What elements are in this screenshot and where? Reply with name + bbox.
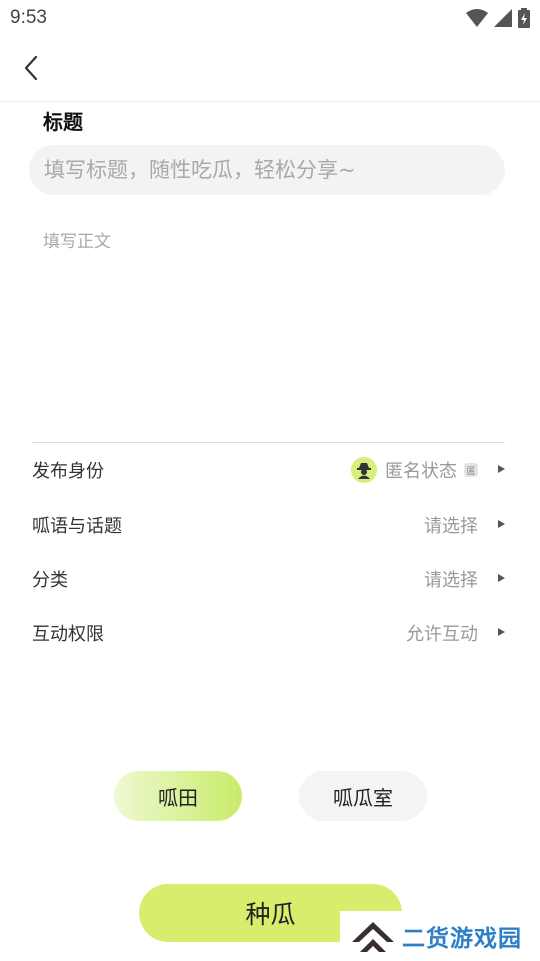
wifi-icon (466, 9, 488, 27)
status-time: 9:53 (10, 7, 47, 28)
option-label: 分类 (32, 570, 68, 591)
option-value: 请选择 (424, 570, 478, 591)
body-input[interactable] (29, 222, 505, 432)
option-category[interactable]: 分类 请选择 (32, 559, 508, 599)
arrow-right-icon (498, 465, 505, 473)
anonymous-avatar-icon (351, 457, 377, 483)
anonymous-badge: 匿 (464, 463, 478, 477)
option-value: 允许互动 (406, 624, 478, 645)
app-bar (0, 36, 540, 102)
mode-field-button[interactable]: 呱田 (114, 771, 242, 821)
signal-icon (494, 9, 512, 27)
watermark: 二货游戏园 (340, 911, 540, 961)
option-interaction[interactable]: 互动权限 允许互动 (32, 613, 508, 653)
chevron-left-icon (24, 55, 38, 81)
watermark-logo-icon (352, 922, 394, 952)
divider (32, 442, 505, 443)
identity-value: 匿名状态 (385, 461, 457, 482)
arrow-right-icon (498, 574, 505, 582)
arrow-right-icon (498, 520, 505, 528)
arrow-right-icon (498, 628, 505, 636)
status-bar: 9:53 (0, 0, 540, 36)
back-button[interactable] (16, 52, 46, 84)
option-value: 请选择 (424, 516, 478, 537)
status-icons (466, 8, 530, 28)
battery-icon (518, 8, 530, 28)
title-input[interactable] (29, 145, 505, 195)
option-label: 呱语与话题 (32, 516, 122, 537)
watermark-text: 二货游戏园 (402, 926, 522, 952)
title-label: 标题 (43, 110, 83, 134)
mode-room-button[interactable]: 呱瓜室 (299, 771, 427, 821)
option-value: 匿名状态 匿 (351, 457, 478, 483)
option-topic[interactable]: 呱语与话题 请选择 (32, 505, 508, 545)
option-publish-identity[interactable]: 发布身份 匿名状态 匿 (32, 450, 508, 490)
option-label: 互动权限 (32, 624, 104, 645)
option-label: 发布身份 (32, 461, 104, 482)
